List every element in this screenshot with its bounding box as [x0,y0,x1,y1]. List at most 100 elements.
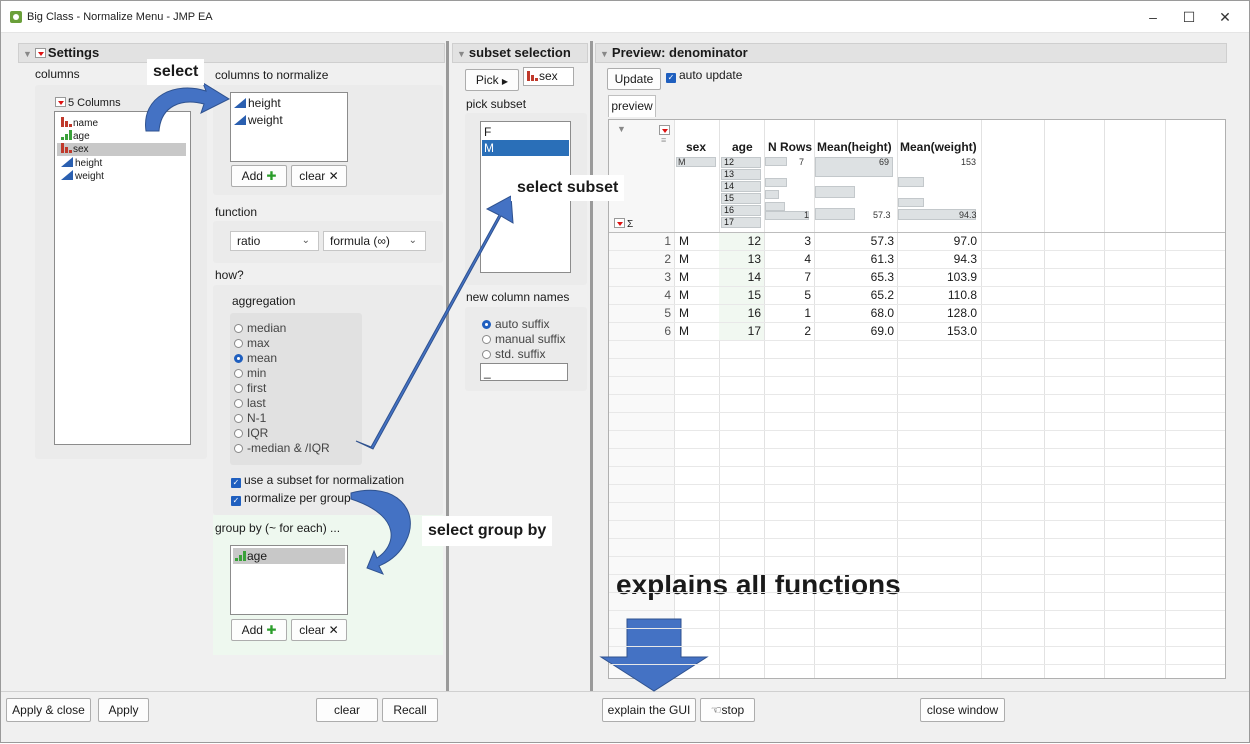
radio-icon[interactable] [234,414,243,423]
aggregation-option-max[interactable]: max [234,336,270,350]
apply-button[interactable]: Apply [98,698,149,722]
clear-group-by-button[interactable]: clear ✕ [291,619,347,641]
column-item-name[interactable]: name [61,117,98,130]
close-window-button[interactable]: close window [920,698,1005,722]
splitter-left[interactable] [446,41,449,691]
aggregation-option--median-iqr[interactable]: -median & /IQR [234,441,330,455]
recall-button[interactable]: Recall [382,698,438,722]
maximize-button[interactable]: ☐ [1171,5,1207,29]
radio-icon[interactable] [482,350,491,359]
table-cell: 65.2 [870,288,894,302]
explain-gui-button[interactable]: explain the GUI [602,698,696,722]
name-option-manual-suffix[interactable]: manual suffix [482,332,565,346]
auto-update-option[interactable]: ✓ auto update [666,68,742,83]
checkbox-checked-icon[interactable]: ✓ [231,496,241,506]
aggregation-option-mean[interactable]: mean [234,351,277,365]
subset-item-f[interactable]: F [484,125,491,139]
name-option-auto-suffix[interactable]: auto suffix [482,317,549,331]
checkbox-checked-icon[interactable]: ✓ [666,73,676,83]
update-button[interactable]: Update [607,68,661,90]
radio-icon[interactable] [482,335,491,344]
row-number[interactable]: 6 [609,324,671,338]
formula-select[interactable]: formula (∞) ⌄ [323,231,426,251]
name-option-text: manual suffix [495,332,566,346]
column-header-mean-weight[interactable]: Mean(weight) [900,140,977,154]
column-item-sex[interactable]: sex [57,143,186,156]
group-by-list[interactable]: age [230,545,348,615]
table-cell: M [679,270,689,284]
column-header-sex[interactable]: sex [686,140,706,154]
normalize-list[interactable]: height weight [230,92,348,162]
per-group-option[interactable]: ✓ normalize per group [231,491,351,506]
add-normalize-button[interactable]: Add ✚ [231,165,287,187]
red-menu-icon[interactable] [659,125,670,135]
aggregation-option-min[interactable]: min [234,366,266,380]
column-header-age[interactable]: age [732,140,753,154]
normalize-item-height[interactable]: height [234,96,281,110]
height-bar [815,186,855,198]
clear-normalize-button[interactable]: clear ✕ [291,165,347,187]
suffix-input[interactable]: _ [480,363,568,381]
pick-column-field[interactable]: sex [523,67,574,86]
aggregation-option-median[interactable]: median [234,321,286,335]
collapse-triangle-icon[interactable]: ▼ [457,49,466,59]
row-number[interactable]: 3 [609,270,671,284]
radio-icon[interactable] [234,444,243,453]
rows-menu[interactable]: Σ [614,218,633,230]
clear-all-button[interactable]: clear [316,698,378,722]
columns-count[interactable]: 5 Columns [55,97,121,109]
stop-button[interactable]: ☜stop [700,698,755,722]
tab-preview[interactable]: preview [608,95,656,117]
row-number[interactable]: 1 [609,234,671,248]
column-item-height[interactable]: height [61,157,102,170]
function-select[interactable]: ratio ⌄ [230,231,319,251]
columns-red-menu-icon[interactable] [55,97,66,107]
auto-update-text: auto update [679,68,743,82]
nrows-bar [765,202,785,211]
row-number[interactable]: 2 [609,252,671,266]
subset-header[interactable]: ▼ subset selection [452,43,588,63]
close-window-icon[interactable]: ✕ [1207,5,1243,29]
splitter-right[interactable] [590,41,593,691]
radio-icon[interactable] [234,354,243,363]
collapse-triangle-icon[interactable]: ▼ [600,49,609,59]
name-option-std-suffix[interactable]: std. suffix [482,347,545,361]
radio-icon[interactable] [234,369,243,378]
minimize-button[interactable]: – [1135,5,1171,29]
checkbox-checked-icon[interactable]: ✓ [231,478,241,488]
apply-close-button[interactable]: Apply & close [6,698,91,722]
table-cell: 65.3 [870,270,894,284]
normalize-item-weight[interactable]: weight [234,113,283,127]
formula-value: formula (∞) [330,234,390,248]
preview-header[interactable]: ▼ Preview: denominator [595,43,1227,63]
radio-icon[interactable] [234,429,243,438]
subset-item-m[interactable]: M [482,140,569,156]
collapse-triangle-icon[interactable]: ▼ [23,49,32,59]
table-cell: 1 [804,306,811,320]
column-header-nrows[interactable]: N Rows [768,140,812,154]
add-group-by-button[interactable]: Add ✚ [231,619,287,641]
red-menu-icon[interactable] [614,218,625,228]
column-header-mean-height[interactable]: Mean(height) [817,140,892,154]
radio-icon[interactable] [482,320,491,329]
group-by-item-age[interactable]: age [233,548,345,564]
use-subset-option[interactable]: ✓ use a subset for normalization [231,473,404,488]
aggregation-option-last[interactable]: last [234,396,266,410]
radio-icon[interactable] [234,399,243,408]
column-item-age[interactable]: age [61,130,90,143]
radio-icon[interactable] [234,324,243,333]
aggregation-option-iqr[interactable]: IQR [234,426,268,440]
pick-button[interactable]: Pick ▶ [465,69,519,91]
aggregation-option-first[interactable]: first [234,381,266,395]
red-menu-icon[interactable] [34,48,46,58]
column-item-weight[interactable]: weight [61,170,104,183]
row-number[interactable]: 5 [609,306,671,320]
row-number[interactable]: 4 [609,288,671,302]
aggregation-option-n-1[interactable]: N-1 [234,411,266,425]
radio-icon[interactable] [234,339,243,348]
table-collapse-icon[interactable]: ▼ [617,124,626,134]
column-list[interactable]: name age sex height weight [54,111,191,445]
radio-icon[interactable] [234,384,243,393]
settings-header[interactable]: ▼ Settings [18,43,445,63]
use-subset-text: use a subset for normalization [244,473,405,487]
